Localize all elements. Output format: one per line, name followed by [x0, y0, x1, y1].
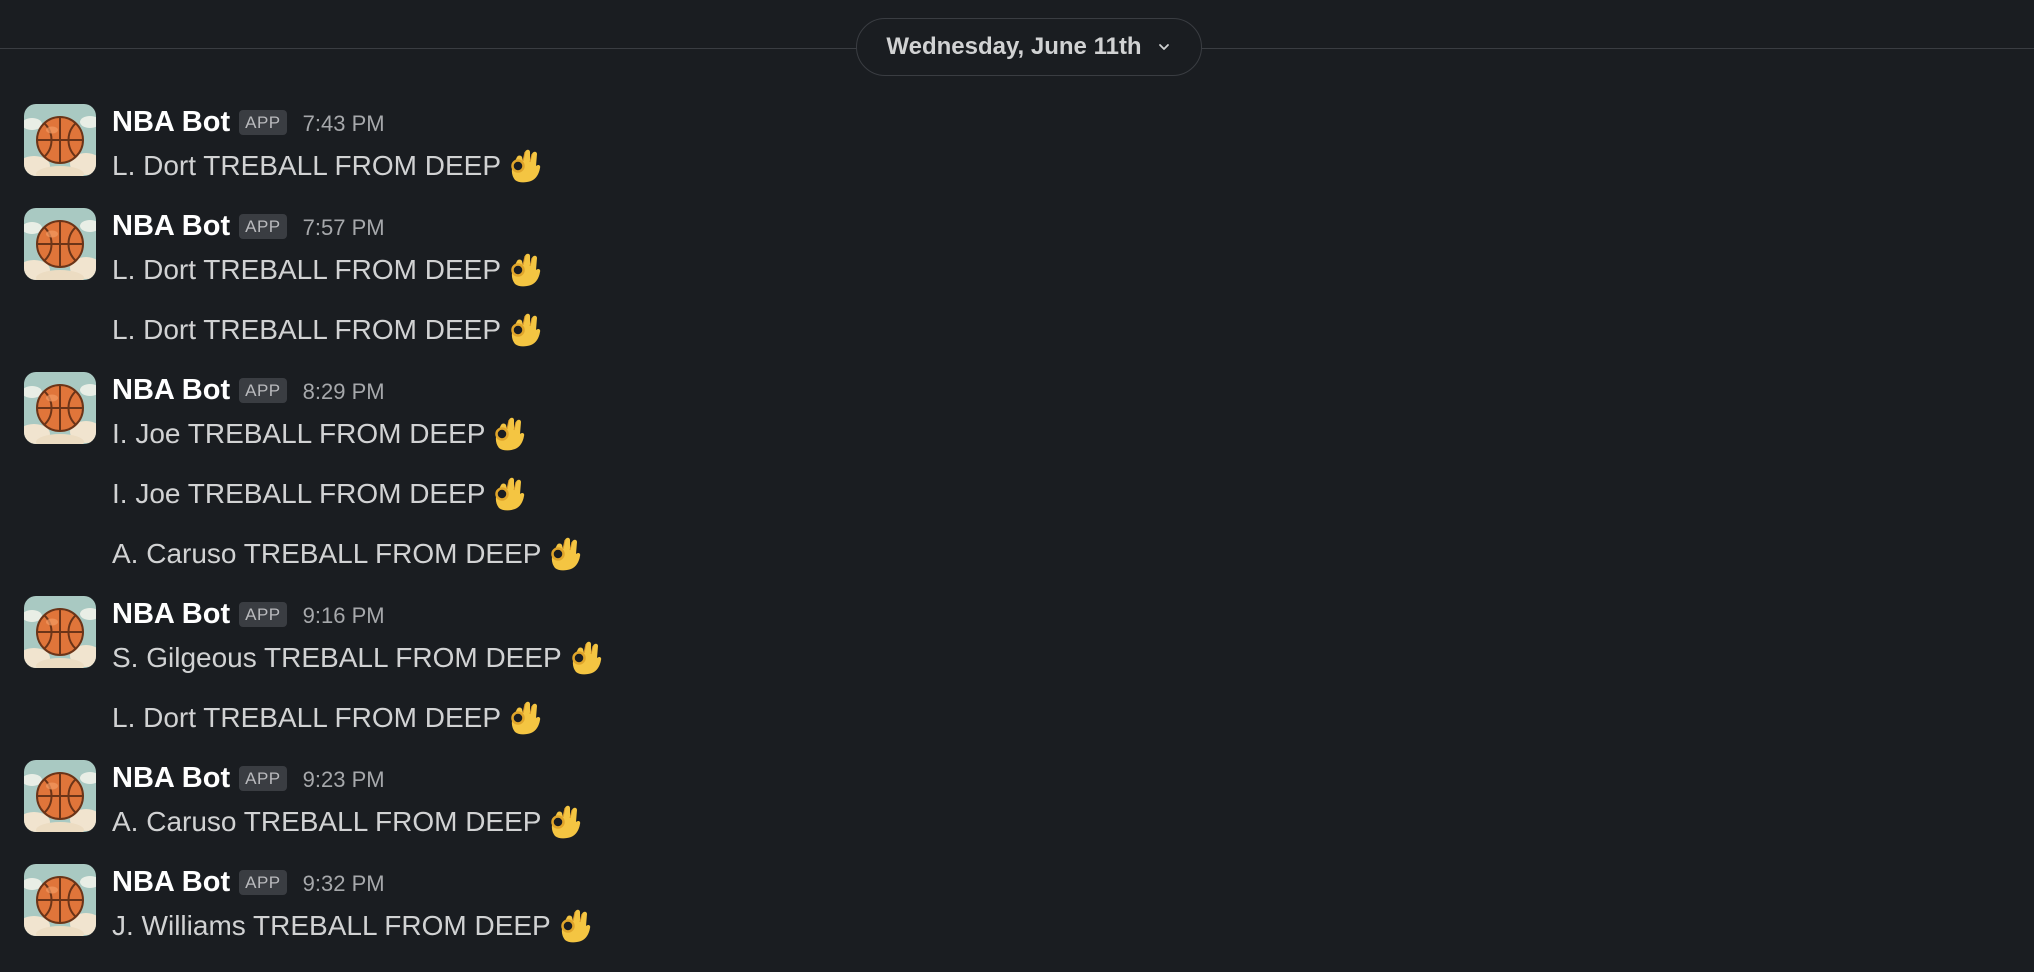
message-text: L. Dort TREBALL FROM DEEP — [112, 698, 543, 738]
chevron-down-icon — [1156, 39, 1172, 55]
sender-name[interactable]: NBA Bot — [112, 106, 230, 139]
message-timestamp[interactable]: 9:32 PM — [303, 871, 385, 897]
message-timestamp[interactable]: 7:57 PM — [303, 215, 385, 241]
message-line: I. Joe TREBALL FROM DEEP — [112, 478, 486, 509]
message-line: L. Dort TREBALL FROM DEEP — [112, 702, 501, 733]
avatar[interactable] — [24, 372, 96, 444]
ok-hand-emoji-icon — [495, 416, 526, 452]
ok-hand-emoji-icon — [510, 148, 542, 184]
date-divider-label: Wednesday, June 11th — [886, 33, 1142, 60]
sender-name[interactable]: NBA Bot — [112, 210, 230, 243]
ok-hand-emoji-icon — [495, 476, 526, 512]
message-line: L. Dort TREBALL FROM DEEP — [112, 314, 501, 345]
message-text: L. Dort TREBALL FROM DEEP — [112, 250, 543, 290]
message-line: J. Williams TREBALL FROM DEEP — [112, 910, 551, 941]
message-timestamp[interactable]: 9:23 PM — [303, 767, 385, 793]
message-header: NBA Bot APP 9:16 PM — [112, 596, 385, 632]
sender-name[interactable]: NBA Bot — [112, 762, 230, 795]
message-text: L. Dort TREBALL FROM DEEP — [112, 146, 543, 186]
basketball-icon — [24, 760, 96, 832]
sender-name[interactable]: NBA Bot — [112, 598, 230, 631]
sender-name[interactable]: NBA Bot — [112, 374, 230, 407]
message-text: J. Williams TREBALL FROM DEEP — [112, 906, 593, 946]
message-text: A. Caruso TREBALL FROM DEEP — [112, 534, 583, 574]
message-line: A. Caruso TREBALL FROM DEEP — [112, 538, 542, 569]
message-line: S. Gilgeous TREBALL FROM DEEP — [112, 642, 562, 673]
message-line: A. Caruso TREBALL FROM DEEP — [112, 806, 542, 837]
avatar[interactable] — [24, 596, 96, 668]
message-line: I. Joe TREBALL FROM DEEP — [112, 418, 486, 449]
message-text: L. Dort TREBALL FROM DEEP — [112, 310, 543, 350]
message-header: NBA Bot APP 9:32 PM — [112, 864, 385, 900]
basketball-icon — [24, 864, 96, 936]
avatar[interactable] — [24, 760, 96, 832]
message-header: NBA Bot APP 7:43 PM — [112, 104, 385, 140]
ok-hand-emoji-icon — [571, 640, 603, 676]
ok-hand-emoji-icon — [510, 252, 542, 288]
app-badge: APP — [239, 213, 287, 239]
avatar[interactable] — [24, 864, 96, 936]
message-header: NBA Bot APP 8:29 PM — [112, 372, 385, 408]
avatar[interactable] — [24, 208, 96, 280]
message-text: A. Caruso TREBALL FROM DEEP — [112, 802, 583, 842]
basketball-icon — [24, 104, 96, 176]
avatar[interactable] — [24, 104, 96, 176]
app-badge: APP — [239, 601, 287, 627]
basketball-icon — [24, 372, 96, 444]
message-header: NBA Bot APP 9:23 PM — [112, 760, 385, 796]
message-line: L. Dort TREBALL FROM DEEP — [112, 150, 501, 181]
app-badge: APP — [239, 765, 287, 791]
message-timestamp[interactable]: 8:29 PM — [303, 379, 385, 405]
app-badge: APP — [239, 377, 287, 403]
message-text: S. Gilgeous TREBALL FROM DEEP — [112, 638, 604, 678]
message-text: I. Joe TREBALL FROM DEEP — [112, 474, 527, 514]
sender-name[interactable]: NBA Bot — [112, 866, 230, 899]
message-header: NBA Bot APP 7:57 PM — [112, 208, 385, 244]
app-badge: APP — [239, 869, 287, 895]
message-line: L. Dort TREBALL FROM DEEP — [112, 254, 501, 285]
ok-hand-emoji-icon — [510, 312, 542, 348]
ok-hand-emoji-icon — [551, 536, 582, 572]
ok-hand-emoji-icon — [560, 908, 592, 944]
ok-hand-emoji-icon — [510, 700, 542, 736]
message-timestamp[interactable]: 7:43 PM — [303, 111, 385, 137]
ok-hand-emoji-icon — [551, 804, 582, 840]
basketball-icon — [24, 208, 96, 280]
date-divider-button[interactable]: Wednesday, June 11th — [856, 18, 1202, 76]
app-badge: APP — [239, 109, 287, 135]
message-text: I. Joe TREBALL FROM DEEP — [112, 414, 527, 454]
basketball-icon — [24, 596, 96, 668]
message-timestamp[interactable]: 9:16 PM — [303, 603, 385, 629]
